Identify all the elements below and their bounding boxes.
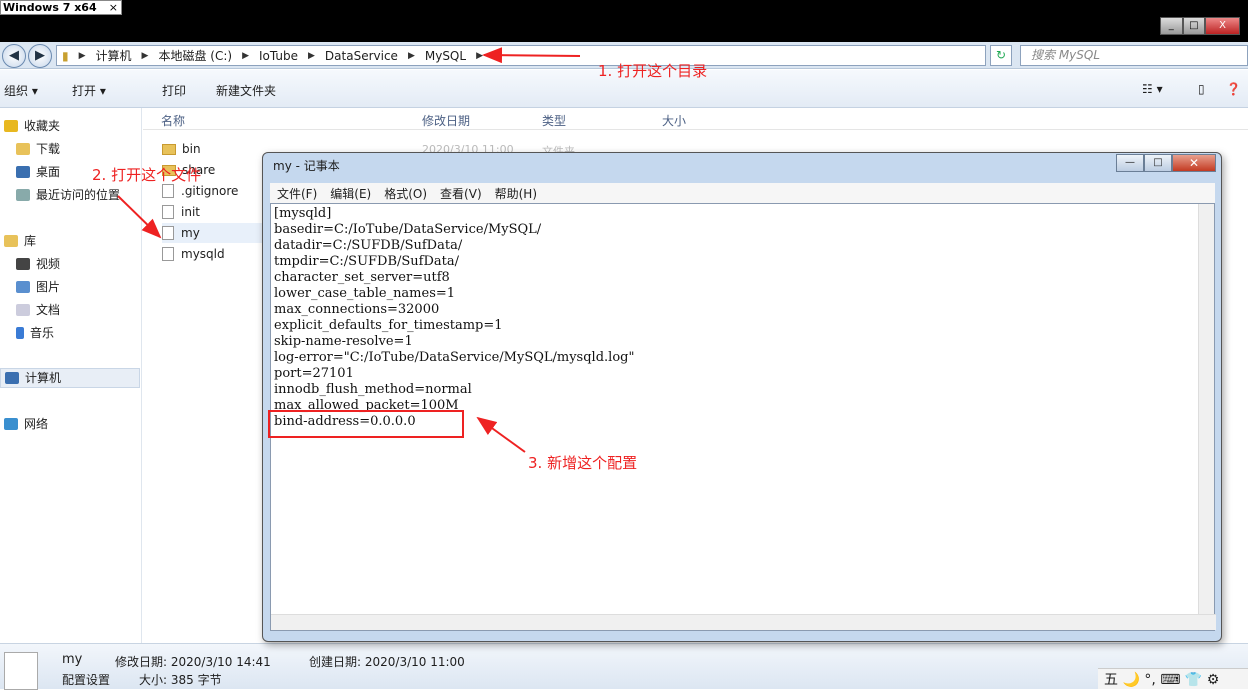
detail-created: 创建日期: 2020/3/10 11:00 [309,655,465,669]
sidebar-item-recent[interactable]: 最近访问的位置 [16,185,120,205]
maximize-button[interactable]: □ [1144,154,1172,172]
annotation-1: 1. 打开这个目录 [598,62,708,80]
star-icon [4,120,18,132]
file-icon [162,205,174,219]
document-icon [16,304,30,316]
menu-help[interactable]: 帮助(H) [495,185,537,202]
menu-view[interactable]: 查看(V) [440,185,482,202]
detail-type: 配置设置 [62,673,111,687]
column-type[interactable]: 类型 [542,112,566,129]
column-date[interactable]: 修改日期 [422,112,470,129]
list-item[interactable]: my [162,223,262,243]
refresh-icon[interactable]: ↻ [990,45,1012,66]
view-options-icon[interactable]: ☷ ▾ [1142,82,1163,96]
annotation-3: 3. 新增这个配置 [528,454,638,472]
breadcrumb-item[interactable]: DataService [320,49,403,63]
help-icon[interactable]: ❓ [1226,82,1241,96]
minimize-button[interactable]: — [1116,154,1144,172]
picture-icon [16,281,30,293]
detail-modified: 修改日期: 2020/3/10 14:41 [115,655,271,669]
file-icon [4,652,38,690]
sidebar: 收藏夹 下载 桌面 最近访问的位置 库 视频 图片 文档 音乐 计算机 网络 [0,108,142,643]
menu-edit[interactable]: 编辑(E) [330,185,371,202]
file-icon [162,184,174,198]
close-button[interactable]: ✕ [1172,154,1216,172]
breadcrumb[interactable]: ▮ ▶ 计算机 ▶ 本地磁盘 (C:) ▶ IoTube ▶ DataService ▶ … [56,45,986,66]
horizontal-scrollbar[interactable] [271,614,1216,630]
detail-size: 大小: 385 字节 [139,673,222,687]
sidebar-item-downloads[interactable]: 下载 [16,139,60,159]
minimize-button[interactable]: _ [1160,17,1183,35]
sidebar-item-network[interactable]: 网络 [4,414,48,434]
column-header: 名称 修改日期 类型 大小 [143,108,1248,130]
folder-icon: ▮ [62,48,69,63]
close-button[interactable]: X [1205,17,1241,35]
vm-tab-label: Windows 7 x64 [3,1,97,14]
sidebar-item-documents[interactable]: 文档 [16,300,60,320]
menu-format[interactable]: 格式(O) [384,185,427,202]
music-icon [16,327,24,339]
print-button[interactable]: 打印 [162,82,186,99]
column-size[interactable]: 大小 [662,112,686,129]
open-button[interactable]: 打开 ▾ [72,82,106,99]
file-icon [162,247,174,261]
column-name[interactable]: 名称 [161,112,185,129]
preview-pane-icon[interactable]: ▯ [1198,82,1205,96]
folder-icon [162,143,176,155]
list-item[interactable]: mysqld [162,244,225,264]
vertical-scrollbar[interactable] [1198,204,1214,614]
recent-icon [16,189,30,201]
sidebar-item-desktop[interactable]: 桌面 [16,162,60,182]
sidebar-item-music[interactable]: 音乐 [16,323,54,343]
notepad-window-controls: — □ ✕ [1116,154,1216,172]
notepad-window: my - 记事本 — □ ✕ 文件(F) 编辑(E) 格式(O) 查看(V) 帮… [262,152,1222,642]
sidebar-item-videos[interactable]: 视频 [16,254,60,274]
sidebar-item-library[interactable]: 库 [4,231,36,251]
details-pane: my 修改日期: 2020/3/10 14:41 创建日期: 2020/3/10… [0,643,1248,690]
desktop-icon [16,166,30,178]
vm-tab-close[interactable]: × [109,1,118,14]
breadcrumb-item[interactable]: 本地磁盘 (C:) [153,47,237,64]
folder-icon [16,143,30,155]
search-input[interactable]: 搜索 MySQL [1020,45,1248,66]
settings-file-icon [162,226,174,240]
forward-button[interactable]: ▶ [28,44,52,68]
list-item[interactable]: init [162,202,200,222]
annotation-2: 2. 打开这个文件 [92,166,202,184]
sidebar-item-computer[interactable]: 计算机 [0,368,140,388]
breadcrumb-item[interactable]: 计算机 [91,47,137,64]
new-folder-button[interactable]: 新建文件夹 [216,82,276,99]
breadcrumb-item[interactable]: IoTube [254,49,303,63]
network-icon [4,418,18,430]
list-item[interactable]: bin [162,139,201,159]
notepad-menu: 文件(F) 编辑(E) 格式(O) 查看(V) 帮助(H) [270,183,1215,203]
detail-name: my [62,652,83,667]
library-icon [4,235,18,247]
notepad-title: my - 记事本 [273,159,340,173]
system-tray[interactable]: 五 🌙 °, ⌨ 👕 ⚙ [1098,668,1248,689]
sidebar-item-pictures[interactable]: 图片 [16,277,60,297]
breadcrumb-item[interactable]: MySQL [420,49,471,63]
video-icon [16,258,30,270]
maximize-button[interactable]: □ [1182,17,1206,35]
window-controls: _ □ X [1160,17,1241,35]
vm-tab[interactable]: Windows 7 x64 × [0,0,122,15]
highlight-box [268,410,464,438]
sidebar-item-favorites[interactable]: 收藏夹 [4,116,60,136]
back-button[interactable]: ◀ [2,44,26,68]
computer-icon [5,372,19,384]
organize-button[interactable]: 组织 ▾ [4,82,38,99]
menu-file[interactable]: 文件(F) [277,185,317,202]
config-text[interactable]: [mysqld] basedir=C:/IoTube/DataService/M… [274,206,634,430]
vm-header [0,0,1248,42]
